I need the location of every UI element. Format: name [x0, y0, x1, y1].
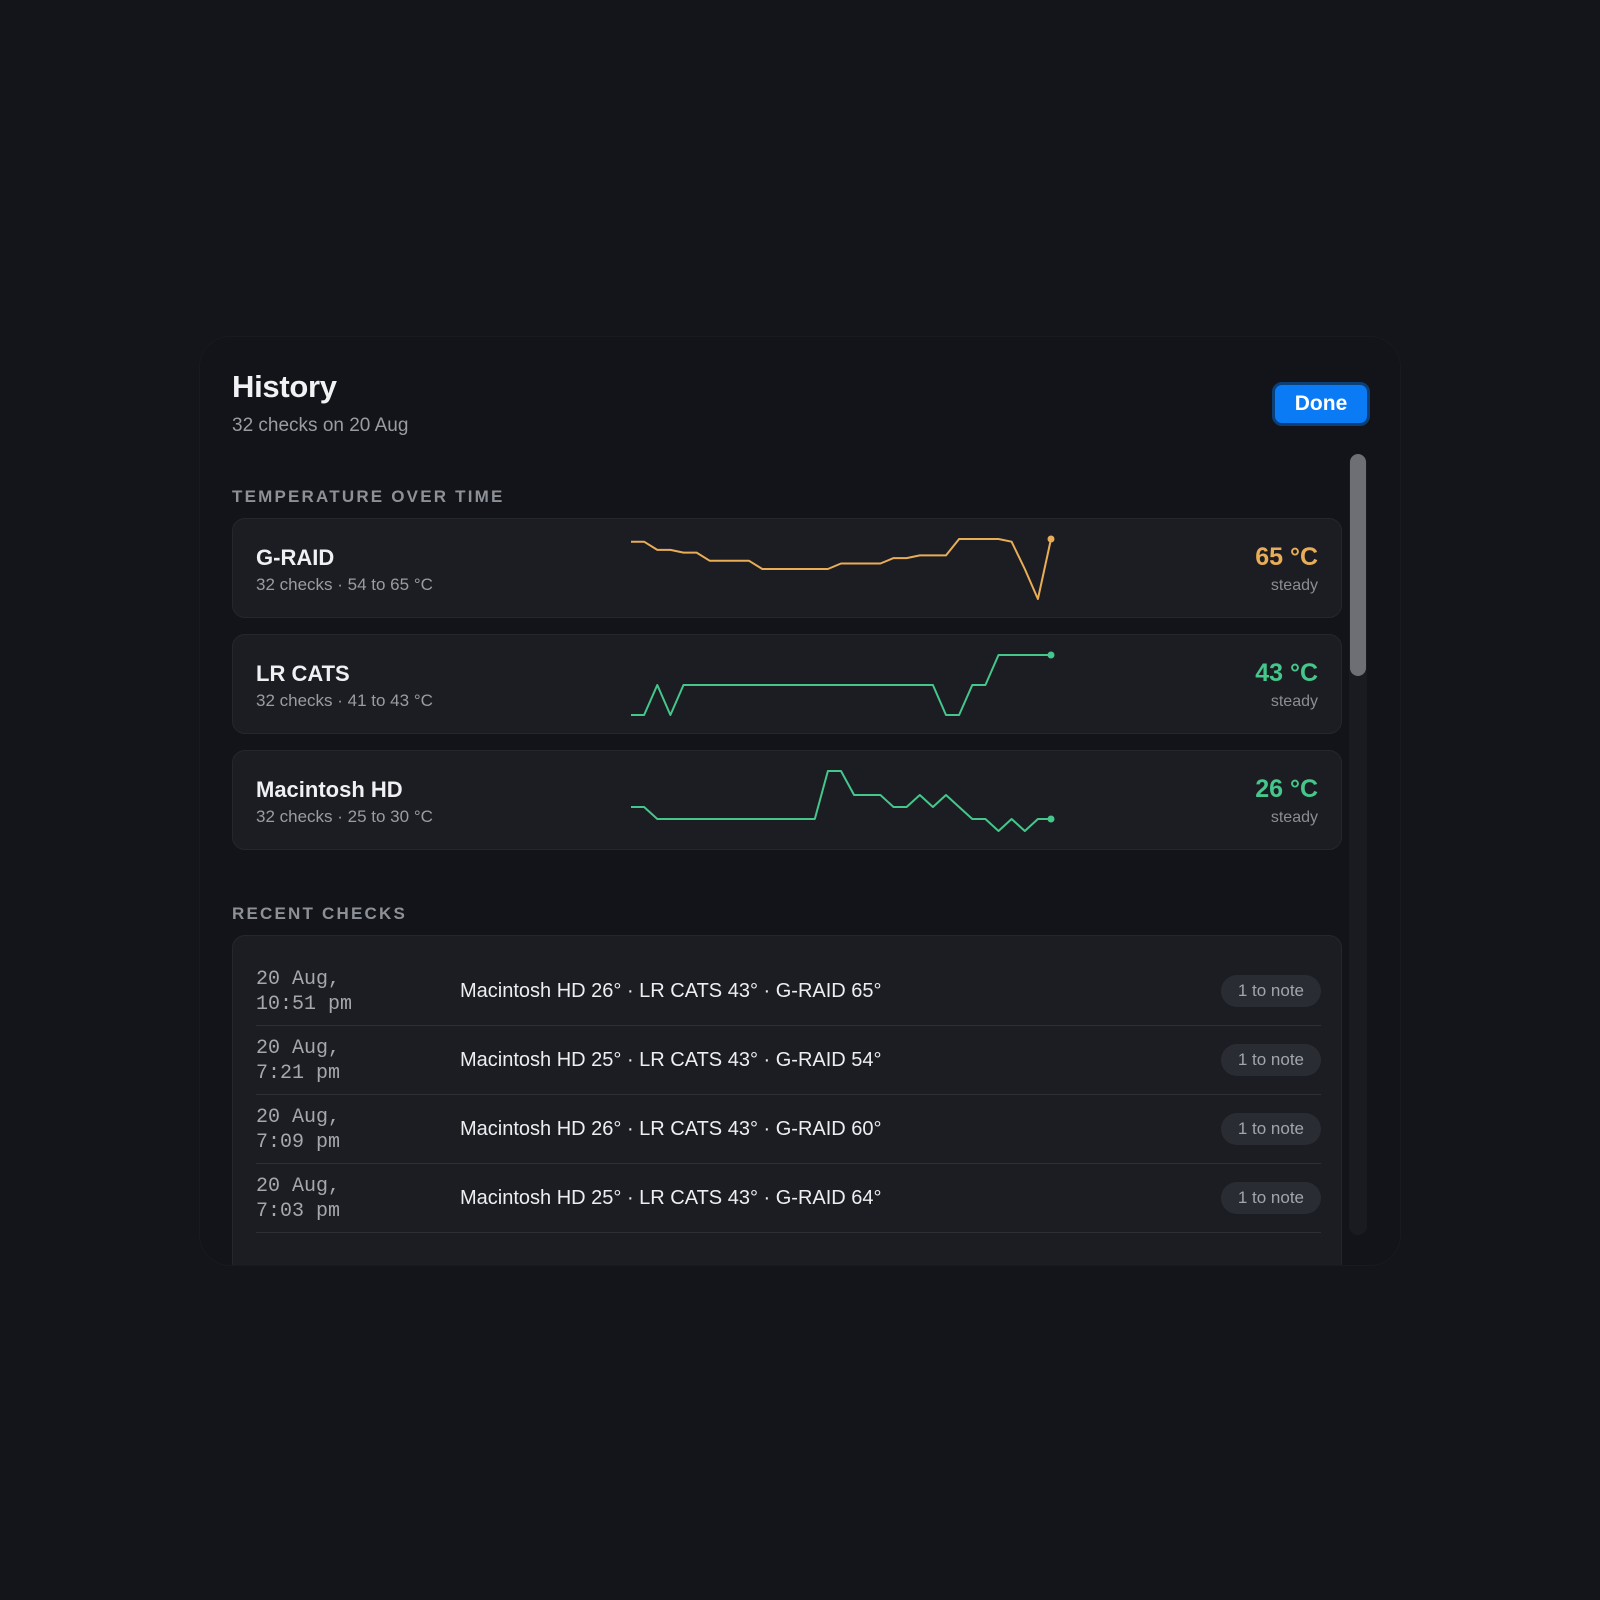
- check-summary: Macintosh HD 25° · LR CATS 43° · G-RAID …: [460, 1049, 882, 1071]
- drive-name: Macintosh HD: [256, 777, 403, 802]
- note-badge[interactable]: 1 to note: [1220, 1182, 1321, 1214]
- sparkline-path: [631, 770, 1051, 832]
- check-time: 20 Aug, 7:21 pm: [256, 1037, 341, 1085]
- check-row[interactable]: 20 Aug, 7:09 pm Macintosh HD 26° · LR CA…: [256, 1095, 1321, 1164]
- check-time: 20 Aug, 7:03 pm: [256, 1175, 341, 1223]
- drive-name: LR CATS: [256, 661, 350, 686]
- sheet-title: History: [232, 369, 337, 404]
- sparkline-latest-point: [1047, 651, 1055, 659]
- drive-card-lr-cats: LR CATS 32 checks · 41 to 43 °C 43 °C st…: [232, 634, 1342, 734]
- recent-checks-list: 20 Aug, 10:51 pm Macintosh HD 26° · LR C…: [232, 935, 1342, 1265]
- trend-label: steady: [1270, 693, 1318, 710]
- sheet-subtitle: 32 checks on 20 Aug: [232, 415, 409, 436]
- drive-meta: 32 checks · 54 to 65 °C: [256, 575, 433, 594]
- current-temperature: 43 °C: [1255, 659, 1318, 687]
- note-badge[interactable]: 1 to note: [1220, 1044, 1321, 1076]
- check-time: 20 Aug, 7:09 pm: [256, 1106, 341, 1154]
- note-badge[interactable]: 1 to note: [1220, 975, 1321, 1007]
- check-row[interactable]: 20 Aug, 10:51 pm Macintosh HD 26° · LR C…: [256, 957, 1321, 1026]
- check-time: 20 Aug, 10:51 pm: [256, 968, 353, 1016]
- temperature-section-label: TEMPERATURE OVER TIME: [232, 487, 505, 506]
- check-row[interactable]: 20 Aug, 7:03 pm Macintosh HD 25° · LR CA…: [256, 1164, 1321, 1233]
- check-summary: Macintosh HD 26° · LR CATS 43° · G-RAID …: [460, 980, 882, 1002]
- trend-label: steady: [1270, 809, 1318, 826]
- drive-card-macintosh-hd: Macintosh HD 32 checks · 25 to 30 °C 26 …: [232, 750, 1342, 850]
- temperature-sparkline: [631, 651, 1055, 716]
- scrollbar-thumb[interactable]: [1350, 454, 1366, 676]
- sparkline-path: [631, 654, 1051, 716]
- sparkline-latest-point: [1047, 535, 1055, 543]
- temperature-sparkline: [631, 770, 1055, 832]
- history-sheet: History 32 checks on 20 Aug Done TEMPERA…: [200, 337, 1400, 1265]
- current-temperature: 26 °C: [1255, 775, 1318, 803]
- check-summary: Macintosh HD 26° · LR CATS 43° · G-RAID …: [460, 1118, 882, 1140]
- check-summary: Macintosh HD 25° · LR CATS 43° · G-RAID …: [460, 1187, 882, 1209]
- drive-card-g-raid: G-RAID 32 checks · 54 to 65 °C 65 °C ste…: [232, 518, 1342, 618]
- sparkline-path: [631, 538, 1052, 600]
- trend-label: steady: [1270, 577, 1318, 594]
- check-row[interactable]: 20 Aug, 7:21 pm Macintosh HD 25° · LR CA…: [256, 1026, 1321, 1095]
- sparkline-latest-point: [1047, 815, 1055, 823]
- done-button[interactable]: Done: [1272, 382, 1370, 426]
- note-badge[interactable]: 1 to note: [1220, 1113, 1321, 1145]
- recent-checks-section-label: RECENT CHECKS: [232, 904, 408, 923]
- current-temperature: 65 °C: [1255, 543, 1318, 571]
- drive-name: G-RAID: [256, 545, 335, 570]
- drive-meta: 32 checks · 41 to 43 °C: [256, 691, 433, 710]
- temperature-sparkline: [631, 535, 1055, 600]
- drive-meta: 32 checks · 25 to 30 °C: [256, 807, 433, 826]
